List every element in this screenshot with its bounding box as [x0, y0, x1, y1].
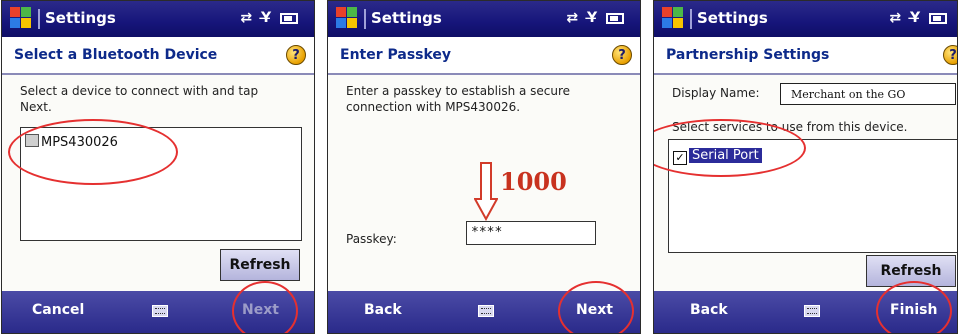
- display-name-label: Display Name:: [672, 86, 760, 100]
- app-title: Settings: [697, 9, 768, 27]
- title-bar: Settings ⇄ Y̶: [654, 1, 957, 37]
- connectivity-icon: ⇄: [240, 10, 255, 26]
- back-button[interactable]: Back: [690, 302, 728, 318]
- windows-logo-icon[interactable]: [10, 7, 32, 29]
- page-title: Select a Bluetooth Device: [14, 47, 218, 63]
- connectivity-icon: ⇄: [889, 10, 904, 26]
- status-icons[interactable]: ⇄ Y̶: [889, 10, 947, 26]
- screen-select-device: Settings ⇄ Y̶ Select a Bluetooth Device …: [1, 0, 315, 334]
- title-bar: Settings ⇄ Y̶: [2, 1, 314, 37]
- cancel-button[interactable]: Cancel: [32, 302, 84, 318]
- windows-logo-icon[interactable]: [662, 7, 684, 29]
- title-separator: [364, 9, 366, 29]
- status-icons[interactable]: ⇄ Y̶: [566, 10, 624, 26]
- highlight-oval: [8, 119, 178, 185]
- help-icon[interactable]: ?: [286, 45, 306, 65]
- battery-icon: [606, 12, 624, 24]
- passkey-label: Passkey:: [346, 232, 397, 246]
- highlight-oval: [558, 281, 634, 333]
- back-button[interactable]: Back: [364, 302, 402, 318]
- page-header: Partnership Settings ?: [654, 37, 957, 75]
- screen-partnership-settings: Settings ⇄ Y̶ Partnership Settings ? Dis…: [653, 0, 958, 334]
- app-title: Settings: [45, 9, 116, 27]
- display-name-input[interactable]: Merchant on the GO: [780, 83, 956, 105]
- title-bar: Settings ⇄ Y̶: [328, 1, 640, 37]
- keyboard-icon[interactable]: [478, 305, 494, 317]
- title-separator: [690, 9, 692, 29]
- down-arrow-icon: [474, 162, 498, 221]
- passkey-input[interactable]: ****: [466, 221, 596, 245]
- content-area: Select a device to connect with and tap …: [2, 75, 314, 291]
- page-title: Partnership Settings: [666, 47, 830, 63]
- no-signal-icon: Y̶: [260, 10, 274, 26]
- refresh-button[interactable]: Refresh: [220, 249, 300, 281]
- content-area: Enter a passkey to establish a secure co…: [328, 75, 640, 291]
- no-signal-icon: Y̶: [909, 10, 923, 26]
- screen-enter-passkey: Settings ⇄ Y̶ Enter Passkey ? Enter a pa…: [327, 0, 641, 334]
- keyboard-icon[interactable]: [804, 305, 820, 317]
- status-icons[interactable]: ⇄ Y̶: [240, 10, 298, 26]
- highlight-oval: [232, 281, 298, 333]
- battery-icon: [280, 12, 298, 24]
- page-header: Enter Passkey ?: [328, 37, 640, 75]
- highlight-oval: [876, 281, 952, 333]
- page-title: Enter Passkey: [340, 47, 452, 63]
- no-signal-icon: Y̶: [586, 10, 600, 26]
- help-icon[interactable]: ?: [943, 45, 957, 65]
- instruction-text: Select a device to connect with and tap …: [20, 84, 259, 114]
- keyboard-icon[interactable]: [152, 305, 168, 317]
- help-icon[interactable]: ?: [612, 45, 632, 65]
- page-header: Select a Bluetooth Device ?: [2, 37, 314, 75]
- passkey-annotation: 1000: [500, 167, 567, 196]
- battery-icon: [929, 12, 947, 24]
- windows-logo-icon[interactable]: [336, 7, 358, 29]
- instruction-text: Enter a passkey to establish a secure co…: [346, 84, 571, 114]
- app-title: Settings: [371, 9, 442, 27]
- title-separator: [38, 9, 40, 29]
- connectivity-icon: ⇄: [566, 10, 581, 26]
- content-area: Display Name: Merchant on the GO Select …: [654, 75, 957, 291]
